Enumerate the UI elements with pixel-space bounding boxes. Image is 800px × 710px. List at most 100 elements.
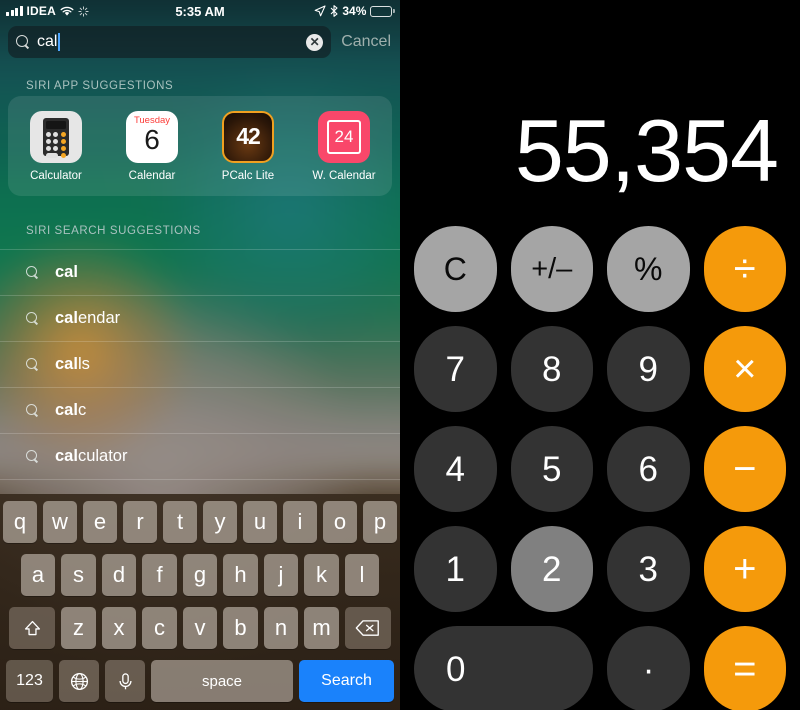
key-l[interactable]: l: [344, 554, 380, 596]
calculator-keypad: C +/– % ÷ 7 8 9 × 4 5 6 − 1 2 3 + 0 · =: [414, 226, 787, 710]
clear-button[interactable]: C: [414, 226, 497, 312]
app-suggestion-pcalc-lite[interactable]: 42 PCalc Lite: [204, 110, 292, 182]
text-caret: [58, 33, 61, 51]
suggestion-rest: endar: [77, 309, 121, 327]
key-y[interactable]: y: [203, 501, 237, 543]
key-w[interactable]: w: [43, 501, 77, 543]
keyboard-row-4: 123 space Search: [3, 660, 397, 702]
key-m[interactable]: m: [304, 607, 339, 649]
search-suggestions-section: SIRI SEARCH SUGGESTIONS cal calendar cal…: [0, 225, 400, 525]
key-r[interactable]: r: [123, 501, 157, 543]
key-j[interactable]: j: [263, 554, 299, 596]
search-suggestion-row[interactable]: cal: [0, 249, 400, 295]
search-key[interactable]: Search: [299, 660, 394, 702]
equals-button[interactable]: =: [703, 626, 787, 710]
key-c[interactable]: c: [142, 607, 177, 649]
app-suggestions-header: SIRI APP SUGGESTIONS: [26, 80, 174, 92]
calendar-date: 6: [144, 123, 160, 155]
delete-key[interactable]: [344, 607, 391, 649]
numbers-key[interactable]: 123: [6, 660, 53, 702]
space-key[interactable]: space: [151, 660, 293, 702]
digit-9-button[interactable]: 9: [607, 326, 690, 412]
app-suggestions-card: Calculator Tuesday 6 Calendar 42 PCalc L…: [8, 96, 392, 196]
suggestion-match: cal: [55, 447, 78, 465]
app-suggestion-w-calendar[interactable]: 24 W. Calendar: [300, 110, 388, 182]
key-x[interactable]: x: [101, 607, 137, 649]
digit-7-button[interactable]: 7: [414, 326, 497, 412]
battery-percent-label: 34%: [342, 4, 367, 18]
app-label: PCalc Lite: [221, 169, 275, 182]
backspace-delete-icon: [355, 620, 380, 636]
digit-8-button[interactable]: 8: [510, 326, 593, 412]
search-bar[interactable]: cal ✕ Cancel: [0, 25, 400, 59]
search-icon: [26, 266, 39, 279]
app-suggestion-calendar[interactable]: Tuesday 6 Calendar: [108, 110, 196, 182]
shift-key[interactable]: [9, 607, 56, 649]
digit-3-button[interactable]: 3: [607, 526, 690, 612]
search-icon: [26, 404, 39, 417]
key-v[interactable]: v: [182, 607, 218, 649]
key-t[interactable]: t: [163, 501, 197, 543]
percent-button[interactable]: %: [607, 226, 690, 312]
clear-circle-icon[interactable]: ✕: [306, 33, 324, 51]
key-z[interactable]: z: [61, 607, 96, 649]
pcalc-app-icon: 42: [222, 110, 274, 163]
key-a[interactable]: a: [20, 554, 56, 596]
cancel-button[interactable]: Cancel: [331, 33, 400, 51]
digit-6-button[interactable]: 6: [607, 426, 690, 512]
search-suggestions-list: cal calendar calls calc calculator: [0, 249, 400, 525]
key-b[interactable]: b: [223, 607, 258, 649]
calculator-screen: 55,354 C +/– % ÷ 7 8 9 × 4 5 6 − 1 2 3 +…: [400, 0, 800, 710]
search-icon: [26, 358, 39, 371]
search-suggestion-row[interactable]: calendar: [0, 295, 400, 341]
keyboard-row-2: a s d f g h j k l: [3, 554, 397, 596]
key-e[interactable]: e: [83, 501, 117, 543]
search-icon: [26, 312, 39, 325]
search-suggestion-row[interactable]: calculator: [0, 433, 400, 479]
key-q[interactable]: q: [3, 501, 37, 543]
digit-2-button[interactable]: 2: [510, 526, 593, 612]
search-input[interactable]: cal ✕: [8, 26, 332, 58]
minus-button[interactable]: −: [703, 426, 786, 512]
location-arrow-icon: [315, 5, 326, 17]
key-s[interactable]: s: [61, 554, 96, 596]
digit-1-button[interactable]: 1: [414, 526, 497, 612]
keyboard-row-3: z x c v b n m: [3, 607, 397, 649]
week-calendar-app-icon: 24: [318, 110, 370, 163]
decimal-point-button[interactable]: ·: [607, 626, 690, 710]
search-suggestion-row[interactable]: calls: [0, 341, 400, 387]
status-bar: IDEA 5:35 AM 34%: [0, 0, 400, 22]
search-input-value: cal: [37, 33, 58, 50]
search-icon: [16, 35, 30, 49]
plus-button[interactable]: +: [703, 526, 786, 612]
app-suggestion-calculator[interactable]: Calculator: [12, 110, 100, 182]
globe-key[interactable]: [59, 660, 99, 702]
digit-0-button[interactable]: 0: [414, 626, 594, 710]
key-k[interactable]: k: [304, 554, 339, 596]
suggestion-match: cal: [55, 263, 78, 281]
calculator-row-1: C +/– % ÷: [414, 226, 786, 312]
key-g[interactable]: g: [182, 554, 218, 596]
key-o[interactable]: o: [323, 501, 357, 543]
app-label: Calculator: [30, 169, 82, 182]
calculator-display: 55,354: [514, 101, 779, 200]
key-h[interactable]: h: [223, 554, 258, 596]
multiply-button[interactable]: ×: [703, 326, 786, 412]
key-n[interactable]: n: [263, 607, 299, 649]
digit-4-button[interactable]: 4: [414, 426, 497, 512]
app-label: W. Calendar: [312, 169, 376, 182]
search-suggestions-header: SIRI SEARCH SUGGESTIONS: [26, 225, 201, 237]
app-label: Calendar: [128, 169, 176, 182]
search-suggestion-row[interactable]: calc: [0, 387, 400, 433]
digit-5-button[interactable]: 5: [510, 426, 593, 512]
key-f[interactable]: f: [142, 554, 177, 596]
wcal-badge: 24: [334, 126, 354, 146]
sign-toggle-button[interactable]: +/–: [510, 226, 593, 312]
key-i[interactable]: i: [283, 501, 317, 543]
calculator-row-5: 0 · =: [414, 626, 787, 710]
divide-button[interactable]: ÷: [703, 226, 786, 312]
key-d[interactable]: d: [101, 554, 137, 596]
key-p[interactable]: p: [363, 501, 397, 543]
key-u[interactable]: u: [243, 501, 277, 543]
dictation-key[interactable]: [105, 660, 145, 702]
